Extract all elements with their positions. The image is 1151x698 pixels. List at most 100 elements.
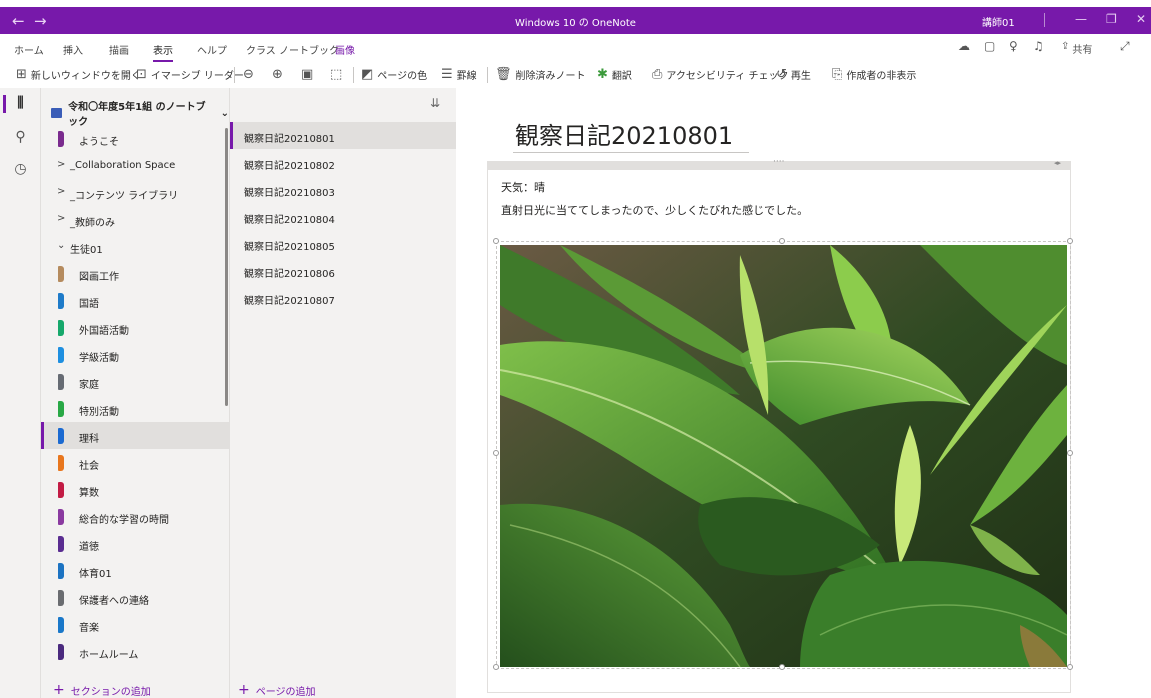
page-item[interactable]: 観察日記20210807 — [230, 284, 457, 311]
minimize-button[interactable]: — — [1075, 12, 1087, 26]
section-group[interactable]: > _コンテンツ ライブラリ — [41, 179, 229, 206]
section-label: 図画工作 — [79, 272, 119, 283]
notebook-icon[interactable]: ▢ — [984, 39, 995, 53]
resize-handle[interactable] — [493, 664, 499, 670]
replay-button[interactable]: ↺ 再生 — [776, 65, 811, 83]
section-item[interactable]: 特別活動 — [41, 395, 229, 422]
note-text-line[interactable]: 直射日光に当ててしまったので、少しくたびれた感じでした。 — [501, 202, 808, 218]
section-group[interactable]: > _Collaboration Space — [41, 152, 229, 179]
section-tab-icon — [58, 590, 64, 606]
page-item[interactable]: 観察日記20210805 — [230, 230, 457, 257]
resize-handle[interactable] — [493, 238, 499, 244]
section-tab-icon — [58, 644, 64, 660]
add-section-button[interactable]: + セクションの追加 — [53, 682, 151, 698]
page-item[interactable]: 観察日記20210802 — [230, 149, 457, 176]
page-label: 観察日記20210801 — [244, 134, 335, 145]
zoom-in-button[interactable]: ⊕ — [272, 65, 283, 83]
lightbulb-icon[interactable]: ♀ — [1009, 39, 1018, 53]
section-label: 学級活動 — [79, 353, 119, 364]
page-label: 観察日記20210807 — [244, 296, 335, 307]
sections-scrollbar[interactable] — [225, 128, 228, 406]
section-item[interactable]: ホームルーム — [41, 638, 229, 665]
resize-handle[interactable] — [779, 238, 785, 244]
notebook-title: 令和〇年度5年1組 のノートブック — [68, 102, 206, 128]
new-window-button[interactable]: ⊞ 新しいウィンドウを開く — [16, 65, 141, 83]
section-item[interactable]: 国語 — [41, 287, 229, 314]
page-label: 観察日記20210805 — [244, 242, 335, 253]
section-item[interactable]: 音楽 — [41, 611, 229, 638]
section-group[interactable]: > _教師のみ — [41, 206, 229, 233]
translate-label: 翻訳 — [611, 70, 632, 82]
section-item-selected[interactable]: 理科 — [41, 422, 229, 449]
tab-class-notebook[interactable]: クラス ノートブック — [246, 42, 339, 57]
tab-insert[interactable]: 挿入 — [63, 42, 83, 57]
page-title[interactable]: 観察日記20210801 — [515, 116, 733, 151]
section-item[interactable]: 算数 — [41, 476, 229, 503]
expand-icon[interactable]: ⤢ — [1120, 39, 1130, 54]
section-item[interactable]: 学級活動 — [41, 341, 229, 368]
accessibility-button[interactable]: ⎙ アクセシビリティ チェック — [652, 65, 789, 83]
section-tab-icon — [58, 536, 64, 552]
rule-lines-button[interactable]: ☰ 罫線 — [441, 65, 477, 83]
section-group[interactable]: ⌄ 生徒01 — [41, 233, 229, 260]
page-item[interactable]: 観察日記20210806 — [230, 257, 457, 284]
resize-handle[interactable] — [1067, 664, 1073, 670]
page-item-selected[interactable]: 観察日記20210801 — [230, 122, 457, 149]
section-item[interactable]: 家庭 — [41, 368, 229, 395]
tab-draw[interactable]: 描画 — [109, 42, 129, 57]
share-button[interactable]: ⇪ 共有 — [1061, 41, 1092, 56]
section-label: 家庭 — [79, 380, 99, 391]
tab-help[interactable]: ヘルプ — [197, 42, 227, 57]
section-item[interactable]: 社会 — [41, 449, 229, 476]
tab-view[interactable]: 表示 — [153, 42, 173, 62]
resize-handle[interactable] — [779, 664, 785, 670]
search-icon[interactable]: ⚲ — [0, 129, 41, 145]
rule-lines-icon: ☰ — [441, 66, 453, 82]
note-canvas[interactable]: 観察日記20210801 ···· ◂▸ 天気：晴 直射日光に当ててしまったので… — [456, 88, 1151, 698]
page-item[interactable]: 観察日記20210804 — [230, 203, 457, 230]
page-width-button[interactable]: ⬚ — [330, 65, 342, 83]
immersive-reader-button[interactable]: ⊡ イマーシブ リーダー — [136, 65, 244, 83]
trash-icon: 🗑 — [495, 66, 512, 82]
translate-button[interactable]: ✱ 翻訳 — [597, 65, 632, 83]
container-drag-bar[interactable]: ···· ◂▸ — [488, 157, 1070, 170]
notebook-icon — [51, 108, 63, 118]
restore-button[interactable]: ❐ — [1106, 12, 1117, 26]
resize-handle[interactable] — [493, 450, 499, 456]
sort-pages-icon[interactable]: ⇊ — [430, 96, 440, 110]
close-button[interactable]: ✕ — [1136, 12, 1146, 26]
page-color-button[interactable]: ◩ ページの色 — [361, 65, 427, 83]
notebooks-icon[interactable]: ⫼ — [0, 95, 41, 113]
resize-handle[interactable] — [1067, 238, 1073, 244]
recent-notes-icon[interactable]: ◷ — [0, 161, 41, 177]
section-item[interactable]: ようこそ — [41, 125, 229, 152]
note-text-line[interactable]: 天気：晴 — [501, 179, 545, 195]
resize-handle-icon[interactable]: ◂▸ — [1054, 159, 1061, 167]
resize-handle[interactable] — [1067, 450, 1073, 456]
page-color-label: ページの色 — [377, 70, 428, 82]
page-list: 観察日記20210801 観察日記20210802 観察日記20210803 観… — [230, 122, 457, 311]
image-selection-frame[interactable] — [496, 241, 1071, 669]
section-item[interactable]: 道徳 — [41, 530, 229, 557]
section-item[interactable]: 外国語活動 — [41, 314, 229, 341]
section-tab-icon — [58, 482, 64, 498]
bell-icon[interactable]: ♫ — [1033, 39, 1044, 53]
hide-authors-button[interactable]: ⎘ 作成者の非表示 — [832, 65, 916, 83]
sync-icon[interactable]: ☁ — [958, 39, 970, 53]
section-item[interactable]: 総合的な学習の時間 — [41, 503, 229, 530]
section-item[interactable]: 図画工作 — [41, 260, 229, 287]
zoom-out-button[interactable]: ⊖ — [243, 65, 254, 83]
notebook-picker[interactable]: 令和〇年度5年1組 のノートブック ⌄ — [51, 98, 229, 128]
hide-authors-label: 作成者の非表示 — [846, 70, 917, 82]
add-page-button[interactable]: + ページの追加 — [238, 682, 316, 698]
drag-handle-icon[interactable]: ···· — [773, 157, 784, 167]
section-item[interactable]: 保護者への連絡 — [41, 584, 229, 611]
section-item[interactable]: 体育01 — [41, 557, 229, 584]
user-name[interactable]: 講師01 — [982, 14, 1015, 29]
tab-home[interactable]: ホーム — [14, 42, 44, 57]
zoom-100-button[interactable]: ▣ — [301, 65, 313, 83]
page-item[interactable]: 観察日記20210803 — [230, 176, 457, 203]
tab-picture[interactable]: 画像 — [335, 42, 355, 57]
plant-photo[interactable] — [500, 245, 1067, 667]
deleted-notes-button[interactable]: 🗑 削除済みノート — [495, 65, 586, 83]
